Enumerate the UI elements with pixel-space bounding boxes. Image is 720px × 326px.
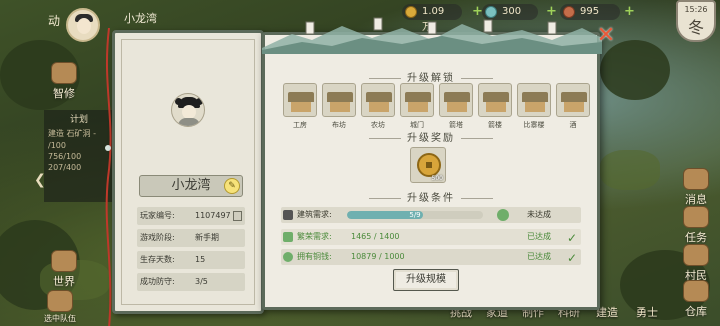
village-avatar <box>171 93 205 127</box>
copper-coin-icon <box>417 153 441 177</box>
condition-status: 已达成 <box>527 232 551 241</box>
village-name-plate: 小龙湾 ✎ <box>139 175 243 197</box>
condition-row-copper: 拥有铜钱: 10879 / 1000 已达成 ✓ <box>281 249 581 265</box>
village-name: 小龙湾 <box>171 178 211 193</box>
team-icon <box>47 290 73 312</box>
game-time: 15:26 <box>684 5 708 14</box>
warehouse-icon <box>683 280 709 302</box>
season-label: 冬 <box>687 18 704 37</box>
sidebar-label: 智修 <box>53 87 75 100</box>
sidebar-button-zhixiu[interactable]: 智修 <box>44 62 84 101</box>
task-icon <box>683 206 709 228</box>
info-row-survival-days: 生存天数: 15 <box>137 251 245 269</box>
condition-value: 10879 / 1000 <box>351 252 405 261</box>
unlock-building-tavern[interactable]: 酒 <box>556 83 590 130</box>
sidebar-label: 世界 <box>53 275 75 288</box>
sidebar-button-world[interactable]: 世界 <box>44 250 84 289</box>
unlock-building-farm[interactable]: 农坊 <box>361 83 395 130</box>
condition-label: 建筑需求: <box>297 210 332 219</box>
mountain-header-ornament <box>262 17 602 54</box>
unlock-building-fort[interactable]: 比寨楼 <box>517 83 551 130</box>
info-row-player-id: 玩家编号: 1107497 <box>137 207 245 225</box>
info-label: 游戏阶段: <box>140 233 175 242</box>
info-value: 3/5 <box>195 277 208 286</box>
condition-title: 升级条件 <box>265 189 597 204</box>
close-icon[interactable]: ✕ <box>596 25 616 47</box>
condition-label: 繁荣需求: <box>297 232 332 241</box>
globe-icon <box>51 250 77 272</box>
unlock-building-cloth[interactable]: 布坊 <box>322 83 356 130</box>
player-avatar[interactable] <box>66 8 100 42</box>
condition-status: 未达成 <box>527 210 551 219</box>
season-badge[interactable]: 15:26 冬 <box>676 0 716 42</box>
unlock-title: 升级解锁 <box>265 69 597 84</box>
edit-name-icon[interactable]: ✎ <box>224 178 240 194</box>
copper-icon <box>283 252 293 262</box>
condition-label: 拥有铜钱: <box>297 252 332 261</box>
sidebar-button-villagers[interactable]: 村民 <box>676 244 716 283</box>
scroll-icon <box>51 62 77 84</box>
list-icon[interactable] <box>497 209 509 221</box>
sidebar-label: 仓库 <box>685 305 707 318</box>
reward-count: 500 <box>431 175 443 182</box>
check-icon: ✓ <box>566 251 577 265</box>
copy-icon[interactable] <box>233 211 242 221</box>
info-row-game-stage: 游戏阶段: 新手期 <box>137 229 245 247</box>
building-progress-text: 5/9 <box>409 211 421 219</box>
upgrade-panel: 升级解锁 工房 布坊 农坊 城门 箭塔 箭楼 比寨楼 酒 升级奖励 500 升级… <box>262 32 600 310</box>
condition-row-buildings: 建筑需求: 5/9 未达成 <box>281 207 581 223</box>
condition-row-prosperity: 繁荣需求: 1465 / 1400 已达成 ✓ <box>281 229 581 245</box>
info-label: 成功防守: <box>140 277 175 286</box>
sidebar-button-messages[interactable]: 消息 <box>676 168 716 207</box>
sidebar-button-select-team[interactable]: 选中队伍 <box>40 290 80 324</box>
hud-village-name: 小龙湾 <box>124 12 157 25</box>
sidebar-button-warehouse[interactable]: 仓库 <box>676 280 716 319</box>
building-icon <box>283 210 293 220</box>
add-food-button[interactable]: + <box>624 4 635 19</box>
unlock-building-workshop[interactable]: 工房 <box>283 83 317 130</box>
info-label: 玩家编号: <box>140 211 175 220</box>
upgrade-scale-button[interactable]: 升级规模 <box>393 269 459 291</box>
condition-status: 已达成 <box>527 252 551 261</box>
info-value: 1107497 <box>195 211 231 220</box>
mail-icon <box>683 168 709 190</box>
prosperity-icon <box>283 232 293 242</box>
info-value: 新手期 <box>195 233 219 242</box>
sidebar-label: 选中队伍 <box>44 314 76 323</box>
info-value: 15 <box>195 255 206 264</box>
unlock-building-arrow-tower[interactable]: 箭塔 <box>439 83 473 130</box>
unlock-building-gate[interactable]: 城门 <box>400 83 434 130</box>
check-icon: ✓ <box>566 231 577 245</box>
hud-mode-text: 动 <box>48 14 61 28</box>
sidebar-button-tasks[interactable]: 任务 <box>676 206 716 245</box>
collapse-arrow-icon[interactable]: ❮ <box>34 172 46 188</box>
reward-copper-item[interactable]: 500 <box>410 147 446 183</box>
sidebar-label: 任务 <box>685 231 707 244</box>
reward-title: 升级奖励 <box>265 129 597 144</box>
sidebar-label: 消息 <box>685 193 707 206</box>
info-row-defense: 成功防守: 3/5 <box>137 273 245 291</box>
village-profile-card: 小龙湾 ✎ 玩家编号: 1107497 游戏阶段: 新手期 生存天数: 15 成… <box>112 30 264 314</box>
villager-icon <box>683 244 709 266</box>
unlock-building-arrow-building[interactable]: 箭楼 <box>478 83 512 130</box>
bottom-button-warrior[interactable]: 勇士 <box>636 304 658 320</box>
condition-value: 1465 / 1400 <box>351 232 400 241</box>
info-label: 生存天数: <box>140 255 175 264</box>
